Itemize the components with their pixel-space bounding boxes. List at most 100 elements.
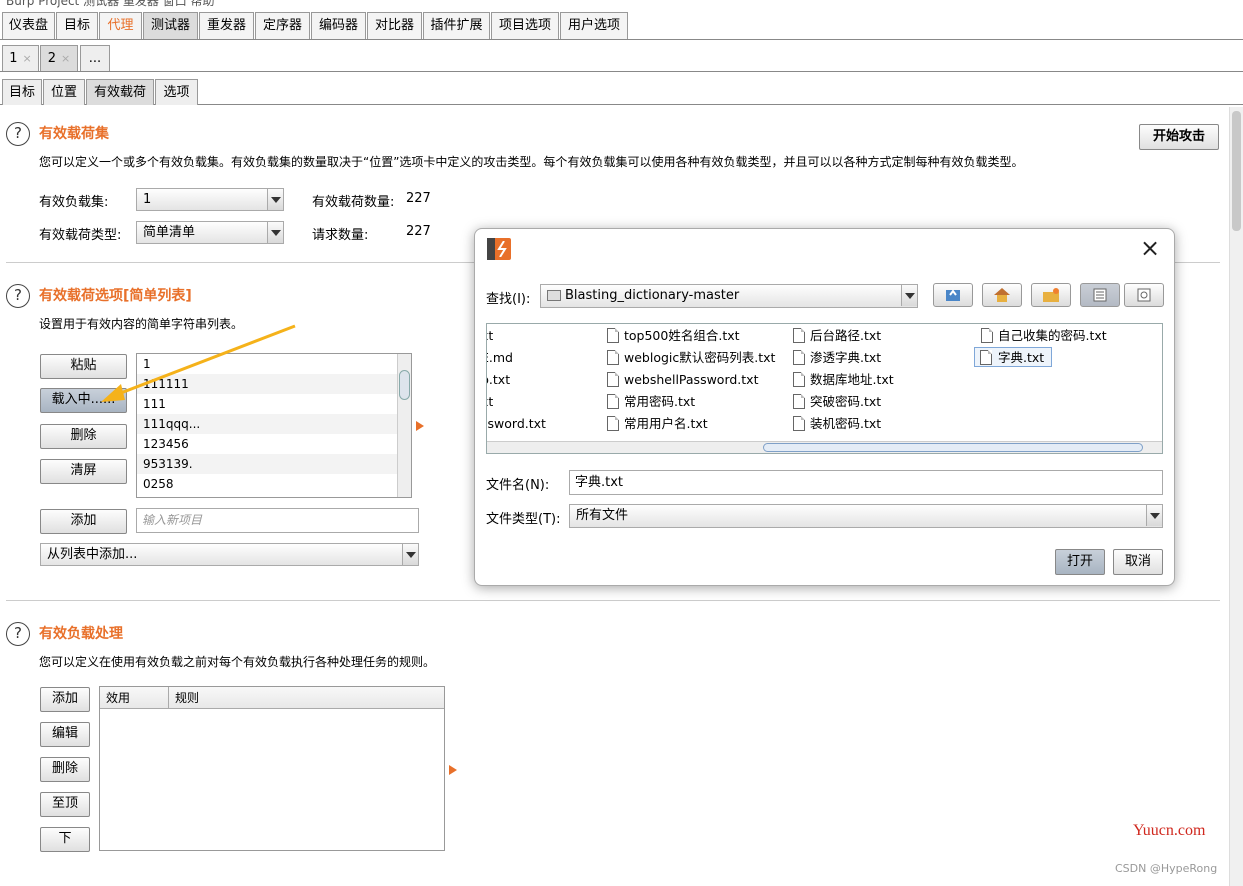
subtab-options[interactable]: 选项: [155, 79, 198, 105]
scrollbar-thumb[interactable]: [399, 370, 410, 400]
file-item[interactable]: E.md: [487, 348, 513, 368]
chevron-down-icon: [402, 544, 418, 565]
file-icon: [607, 372, 619, 387]
processing-rules-table[interactable]: 效用 规则: [99, 686, 445, 851]
add-rule-button[interactable]: 添加: [40, 687, 90, 712]
add-item-button[interactable]: 添加: [40, 509, 127, 534]
look-in-select[interactable]: Blasting_dictionary-master: [540, 284, 918, 308]
chevron-down-icon: [1146, 505, 1162, 526]
instance-tab-label: 1: [9, 51, 18, 66]
list-item[interactable]: 953139.: [137, 454, 411, 474]
file-icon: [981, 328, 993, 343]
new-item-input[interactable]: 输入新项目: [136, 508, 419, 533]
file-item[interactable]: p.txt: [487, 370, 510, 390]
tab-target[interactable]: 目标: [56, 12, 98, 39]
folder-icon: [547, 290, 561, 301]
column-header-enabled[interactable]: 效用: [106, 687, 130, 709]
subtab-positions[interactable]: 位置: [43, 79, 85, 105]
clear-button[interactable]: 清屏: [40, 459, 127, 484]
remove-rule-button[interactable]: 删除: [40, 757, 90, 782]
file-list-scrollbar[interactable]: [487, 441, 1162, 453]
annotation-arrow: [101, 324, 296, 402]
subtab-payloads[interactable]: 有效载荷: [86, 79, 154, 105]
file-item-selected[interactable]: 字典.txt: [974, 347, 1052, 367]
file-item[interactable]: 突破密码.txt: [792, 392, 881, 412]
look-in-label: 查找(I):: [486, 292, 531, 307]
move-down-button[interactable]: 下: [40, 827, 90, 852]
up-folder-icon[interactable]: [933, 283, 973, 307]
file-name: top500姓名组合.txt: [624, 328, 740, 343]
window-menubar: Burp Project 测试器 重发器 窗口 帮助: [0, 0, 1243, 9]
tab-proxy[interactable]: 代理: [99, 12, 142, 39]
payload-set-select[interactable]: 1: [136, 188, 284, 211]
list-view-icon[interactable]: [1080, 283, 1120, 307]
remove-button[interactable]: 删除: [40, 424, 127, 449]
tab-intruder[interactable]: 测试器: [143, 12, 198, 39]
close-icon[interactable]: ×: [1140, 235, 1160, 261]
file-name: weblogic默认密码列表.txt: [624, 350, 776, 365]
help-icon[interactable]: ?: [6, 284, 30, 308]
tab-extender[interactable]: 插件扩展: [423, 12, 490, 39]
list-item[interactable]: 0258: [137, 474, 411, 494]
instance-tab-1[interactable]: 1 ×: [2, 45, 39, 71]
subtab-target[interactable]: 目标: [2, 79, 42, 105]
details-view-icon[interactable]: [1124, 283, 1164, 307]
file-item[interactable]: ssword.txt: [487, 414, 546, 434]
author-watermark: CSDN @HypeRong: [1115, 862, 1218, 875]
file-type-label: 文件类型(T):: [486, 512, 561, 527]
start-attack-button[interactable]: 开始攻击: [1139, 124, 1219, 150]
tab-sequencer[interactable]: 定序器: [255, 12, 310, 39]
file-item[interactable]: 数据库地址.txt: [792, 370, 894, 390]
open-file-dialog: × 查找(I): Blasting_dictionary-master xt E…: [474, 228, 1175, 586]
instance-tab-2[interactable]: 2 ×: [40, 45, 78, 71]
expand-arrow-icon[interactable]: [416, 421, 424, 431]
file-item[interactable]: 常用密码.txt: [606, 392, 695, 412]
file-name: 常用用户名.txt: [624, 416, 708, 431]
file-item[interactable]: 后台路径.txt: [792, 326, 881, 346]
instance-tab-label: 2: [47, 51, 57, 66]
file-item[interactable]: 常用用户名.txt: [606, 414, 708, 434]
tab-project-options[interactable]: 项目选项: [491, 12, 559, 39]
close-icon[interactable]: ×: [61, 52, 70, 65]
new-tab-button[interactable]: ...: [80, 45, 110, 71]
file-item[interactable]: top500姓名组合.txt: [606, 326, 740, 346]
list-scrollbar[interactable]: [397, 354, 411, 497]
tab-dashboard[interactable]: 仪表盘: [2, 12, 55, 39]
file-icon: [793, 350, 805, 365]
edit-rule-button[interactable]: 编辑: [40, 722, 90, 747]
file-item[interactable]: xt: [487, 326, 493, 346]
add-from-list-select[interactable]: 从列表中添加...: [40, 543, 419, 566]
file-name: webshellPassword.txt: [624, 372, 759, 387]
file-item[interactable]: 自己收集的密码.txt: [980, 326, 1107, 346]
scrollbar-thumb[interactable]: [1232, 111, 1241, 231]
tab-repeater[interactable]: 重发器: [199, 12, 254, 39]
move-top-button[interactable]: 至顶: [40, 792, 90, 817]
help-icon[interactable]: ?: [6, 122, 30, 146]
file-type-select[interactable]: 所有文件: [569, 504, 1163, 528]
file-name-input[interactable]: 字典.txt: [569, 470, 1163, 495]
close-icon[interactable]: ×: [23, 52, 32, 65]
file-item[interactable]: 渗透字典.txt: [792, 348, 881, 368]
list-item[interactable]: 111qqq...: [137, 414, 411, 434]
file-item[interactable]: xt: [487, 392, 493, 412]
payload-type-select[interactable]: 简单清单: [136, 221, 284, 244]
list-item[interactable]: 123456: [137, 434, 411, 454]
home-icon[interactable]: [982, 283, 1022, 307]
tab-user-options[interactable]: 用户选项: [560, 12, 628, 39]
open-button[interactable]: 打开: [1055, 549, 1105, 575]
file-item[interactable]: webshellPassword.txt: [606, 370, 758, 390]
new-folder-icon[interactable]: [1031, 283, 1071, 307]
help-icon[interactable]: ?: [6, 622, 30, 646]
add-from-list-value: 从列表中添加...: [47, 547, 138, 562]
file-item[interactable]: weblogic默认密码列表.txt: [606, 348, 775, 368]
column-header-rule[interactable]: 规则: [175, 687, 199, 709]
tab-decoder[interactable]: 编码器: [311, 12, 366, 39]
expand-arrow-icon[interactable]: [449, 765, 457, 775]
scrollbar-thumb[interactable]: [763, 443, 1143, 452]
page-scrollbar[interactable]: [1229, 107, 1243, 886]
cancel-button[interactable]: 取消: [1113, 549, 1163, 575]
tab-comparer[interactable]: 对比器: [367, 12, 422, 39]
file-list[interactable]: xt E.md p.txt xt ssword.txt top500姓名组合.t…: [486, 323, 1163, 454]
file-item[interactable]: 装机密码.txt: [792, 414, 881, 434]
payload-count-value: 227: [406, 191, 431, 206]
